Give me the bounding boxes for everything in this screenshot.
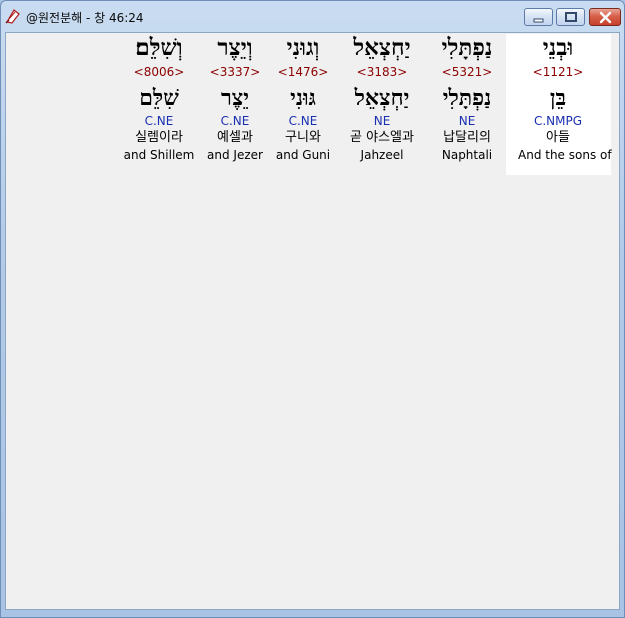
lemma-word: נַפְתָּלִי bbox=[442, 85, 492, 111]
minimize-button[interactable] bbox=[524, 8, 553, 26]
parsing-code: C.NE bbox=[144, 114, 174, 128]
strong-number[interactable]: <3337> bbox=[195, 63, 275, 81]
lemma-word: יַחְצְאֵל bbox=[354, 85, 410, 111]
hebrew-word: וְשִׁלֵּם׃ bbox=[135, 34, 183, 61]
english-gloss: Naphtali bbox=[441, 148, 493, 162]
parsing-code: C.NE bbox=[220, 114, 250, 128]
app-icon[interactable] bbox=[5, 8, 21, 24]
window-bottom-frame bbox=[5, 611, 620, 616]
hebrew-word: נַפְתָּלִי bbox=[441, 34, 493, 61]
word-column-5[interactable]: וְיֵצֶר <3337> יֵצֶר C.NE 예셀과 and Jezer bbox=[195, 33, 275, 163]
english-gloss: and Guni bbox=[275, 148, 331, 162]
word-column-1[interactable]: וּבְנֵי <1121> בֵּן C.NMPG 아들 And the so… bbox=[518, 33, 612, 163]
english-gloss: Jahzeel bbox=[360, 148, 404, 162]
korean-gloss: 곧 야스엘과 bbox=[350, 130, 414, 145]
word-column-3[interactable]: יַחְצְאֵל <3183> יַחְצְאֵל NE 곧 야스엘과 Jah… bbox=[342, 33, 422, 163]
korean-gloss: 아들 bbox=[546, 130, 570, 145]
minimize-icon bbox=[533, 18, 544, 23]
close-button[interactable] bbox=[589, 8, 621, 26]
korean-gloss: 납달리의 bbox=[443, 130, 491, 145]
lemma-word: שִׁלֵּם bbox=[139, 85, 179, 111]
window-title: @원전분해 - 창 46:24 bbox=[26, 11, 144, 25]
title-bar[interactable]: @원전분해 - 창 46:24 bbox=[1, 1, 624, 31]
korean-gloss: 실렘이라 bbox=[135, 130, 183, 145]
lemma-word: יֵצֶר bbox=[220, 85, 250, 111]
word-column-2[interactable]: נַפְתָּלִי <5321> נַפְתָּלִי NE 납달리의 Nap… bbox=[427, 33, 507, 163]
parsing-code: C.NE bbox=[288, 114, 318, 128]
strong-number[interactable]: <1121> bbox=[518, 63, 598, 81]
lemma-word: גּוּנִי bbox=[290, 85, 316, 111]
close-icon bbox=[599, 11, 612, 24]
strong-number[interactable]: <8006> bbox=[119, 63, 199, 81]
word-column-4[interactable]: וְגוּנִי <1476> גּוּנִי C.NE 구니와 and Gun… bbox=[263, 33, 343, 163]
strong-number[interactable]: <3183> bbox=[342, 63, 422, 81]
hebrew-word: וְגוּנִי bbox=[286, 34, 320, 61]
verse-analysis-pane: וּבְנֵי <1121> בֵּן C.NMPG 아들 And the so… bbox=[5, 32, 620, 610]
parsing-code: NE bbox=[373, 114, 391, 128]
strong-number[interactable]: <5321> bbox=[427, 63, 507, 81]
english-gloss: and Shillem bbox=[123, 148, 195, 162]
word-column-6[interactable]: וְשִׁלֵּם׃ <8006> שִׁלֵּם C.NE 실렘이라 and … bbox=[119, 33, 199, 163]
hebrew-word: וּבְנֵי bbox=[542, 34, 574, 61]
maximize-icon bbox=[565, 12, 577, 22]
english-gloss: and Jezer bbox=[207, 148, 263, 162]
maximize-button[interactable] bbox=[556, 8, 585, 26]
parsing-code: NE bbox=[458, 114, 476, 128]
parsing-code: C.NMPG bbox=[533, 114, 583, 128]
strong-number[interactable]: <1476> bbox=[263, 63, 343, 81]
app-window: @원전분해 - 창 46:24 וּבְנֵי <1121> בֵּן C.NM… bbox=[0, 0, 625, 618]
english-gloss: And the sons of bbox=[518, 148, 612, 162]
lemma-word: בֵּן bbox=[549, 85, 567, 111]
hebrew-word: יַחְצְאֵל bbox=[353, 34, 411, 61]
korean-gloss: 구니와 bbox=[285, 130, 321, 145]
hebrew-word: וְיֵצֶר bbox=[217, 34, 253, 61]
korean-gloss: 예셀과 bbox=[217, 130, 253, 145]
